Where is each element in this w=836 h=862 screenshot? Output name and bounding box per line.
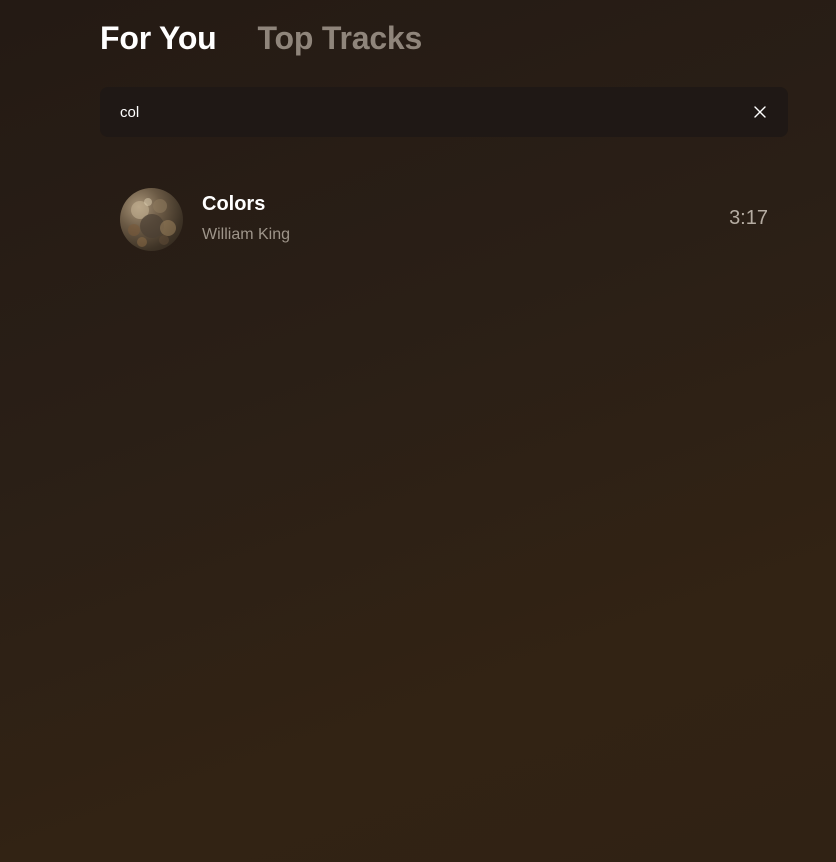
tab-for-you[interactable]: For You [100,18,217,58]
clear-search-button[interactable] [750,102,770,122]
tab-top-tracks[interactable]: Top Tracks [258,18,423,58]
track-list: Colors William King 3:17 [100,170,788,268]
track-artist: William King [202,226,291,243]
track-row[interactable]: Colors William King 3:17 [100,170,788,268]
tab-bar: For You Top Tracks [100,18,422,58]
search-input[interactable] [120,87,720,137]
track-title: Colors [202,193,266,215]
album-cover [120,188,183,251]
close-icon [754,106,766,118]
search-bar [100,87,788,137]
track-duration: 3:17 [729,207,768,229]
album-art-image [128,198,176,247]
